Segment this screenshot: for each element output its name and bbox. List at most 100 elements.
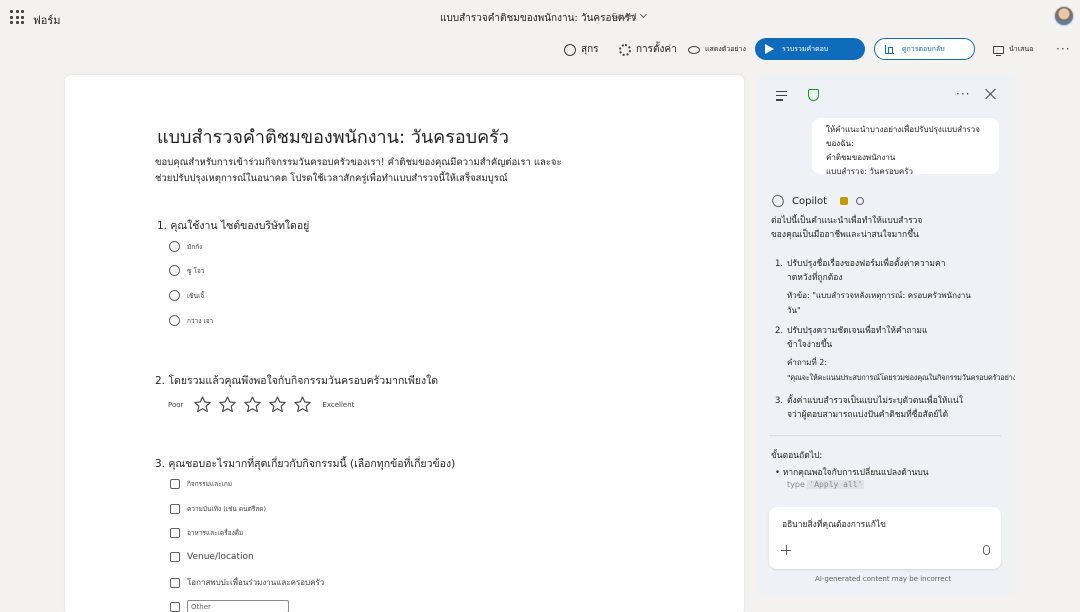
form-description[interactable]: ขอบคุณสำหรับการเข้าร่วมกิจกรรมวันครอบครั… bbox=[155, 155, 575, 187]
eye-icon bbox=[688, 45, 700, 54]
app-name[interactable]: ฟอร์ม bbox=[33, 11, 61, 29]
copilot-header: Copilot bbox=[770, 193, 865, 209]
q3-option-1-label: กิจกรรมและเกม bbox=[187, 480, 233, 488]
q3-option-5[interactable]: โอกาสพบปะเพื่อนร่วมงานและครอบครัว bbox=[170, 576, 324, 589]
gear-icon bbox=[619, 43, 631, 56]
star-rating[interactable]: Poor Excellent bbox=[168, 395, 354, 414]
q1-option-1-label: มักกัง bbox=[187, 242, 203, 251]
suggestion-line: ปรับปรุงความชัดเจนเพื่อทำให้คำถามแ bbox=[787, 326, 928, 336]
q1-option-3[interactable]: เซินเจิ้ bbox=[169, 290, 204, 301]
star-icon[interactable] bbox=[243, 395, 262, 414]
collect-responses-button[interactable]: รวบรวมคำตอบ bbox=[755, 38, 865, 60]
suggestion-line: ข้าใจง่ายขึ้น bbox=[787, 340, 833, 350]
q3-option-3[interactable]: อาหารและเครื่องดื่ม bbox=[170, 528, 243, 538]
star-icon[interactable] bbox=[293, 395, 312, 414]
preview-label: แสดงตัวอย่าง bbox=[705, 45, 746, 53]
q3-option-other[interactable]: Other bbox=[170, 600, 289, 612]
form-title[interactable]: แบบสำรวจคำติชมของพนักงาน: วันครอบครัว bbox=[157, 122, 509, 151]
copilot-intro-line: ของคุณเป็นมืออาชีพและน่าสนใจมากขึ้น bbox=[771, 230, 919, 240]
form-canvas: แบบสำรวจคำติชมของพนักงาน: วันครอบครัว ขอ… bbox=[65, 75, 744, 612]
radio-button[interactable] bbox=[169, 290, 180, 301]
q3-option-5-label: โอกาสพบปะเพื่อนร่วมงานและครอบครัว bbox=[187, 578, 325, 587]
q3-option-1[interactable]: กิจกรรมและเกม bbox=[170, 479, 232, 489]
star-icon[interactable] bbox=[218, 395, 237, 414]
suggestion-line: จว่าผู้ตอบสามารถแบ่งปันคำติชมที่ซื่อสัตย… bbox=[787, 410, 949, 420]
info-icon[interactable] bbox=[856, 197, 865, 205]
other-input[interactable]: Other bbox=[187, 600, 289, 612]
next-step-item: • หากคุณพอใจกับการเปลี่ยนแปลงด้านบน bbox=[775, 468, 929, 478]
user-message: ให้คำแนะนำบางอย่างเพื่อปรับปรุงแบบสำรวจข… bbox=[812, 118, 999, 176]
microphone-icon[interactable] bbox=[983, 545, 990, 555]
checkbox[interactable] bbox=[170, 552, 180, 562]
copilot-intro-line: ต่อไปนี้เป็นคำแนะนำเพื่อทำให้แบบสำรวจ bbox=[771, 216, 923, 226]
palette-icon bbox=[564, 43, 576, 56]
checkbox[interactable] bbox=[170, 528, 180, 538]
settings-label: การตั้งค่า bbox=[636, 44, 677, 55]
q1-option-2-label: ซู โจว bbox=[187, 266, 205, 275]
q3-option-4-label: Venue/location bbox=[187, 552, 254, 562]
suggestion-line: าดหวังที่ถูกต้อง bbox=[787, 273, 843, 283]
app-launcher-icon[interactable] bbox=[10, 10, 24, 24]
suggestion-detail: วัน" bbox=[787, 306, 801, 315]
rating-high-label: Excellent bbox=[322, 400, 355, 409]
radio-button[interactable] bbox=[169, 241, 180, 252]
user-message-line: แบบสำรวจ: วันครอบครัว bbox=[826, 167, 914, 176]
avatar[interactable] bbox=[1054, 6, 1074, 26]
settings-button[interactable]: การตั้งค่า bbox=[619, 42, 677, 57]
checkbox[interactable] bbox=[170, 577, 180, 588]
ai-disclaimer: AI-generated content may be incorrect bbox=[815, 575, 952, 583]
top-bar: ฟอร์ม แบบสำรวจคำติชมของพนักงาน: วันครอบค… bbox=[0, 0, 1080, 36]
style-label: สุกร bbox=[581, 44, 599, 55]
radio-button[interactable] bbox=[169, 265, 180, 276]
next-step-continued: type 'Apply all' bbox=[787, 480, 865, 489]
compose-input[interactable]: อธิบายสิ่งที่คุณต้องการแก้ไข bbox=[782, 517, 886, 531]
star-icon[interactable] bbox=[193, 395, 212, 414]
monitor-icon bbox=[993, 45, 1004, 56]
more-options-icon[interactable]: ··· bbox=[956, 87, 970, 101]
radio-button[interactable] bbox=[169, 315, 180, 326]
suggestion-line: ตั้งค่าแบบสำรวจเป็นแบบไม่ระบุตัวตนเพื่อใ… bbox=[787, 396, 963, 406]
checkbox[interactable] bbox=[170, 601, 180, 612]
q3-option-2[interactable]: ความบันเทิง (เช่น ดนตรีสด) bbox=[170, 504, 266, 514]
checkbox[interactable] bbox=[170, 504, 180, 514]
question-1-title[interactable]: 1. คุณใช้งาน ไซต์ของบริษัทใดอยู่ bbox=[157, 217, 309, 234]
badge-icon bbox=[840, 197, 849, 205]
copilot-panel: ··· ให้คำแนะนำบางอย่างเพื่อปรับปรุงแบบสำ… bbox=[757, 75, 1015, 595]
q1-option-1[interactable]: มักกัง bbox=[169, 241, 202, 252]
view-responses-button[interactable]: ดูการตอบกลับ bbox=[874, 38, 975, 60]
question-2-title[interactable]: 2. โดยรวมแล้วคุณพึงพอใจกับกิจกรรมวันครอบ… bbox=[155, 372, 438, 389]
checkbox[interactable] bbox=[170, 479, 180, 489]
responses-label: ดูการตอบกลับ bbox=[902, 44, 945, 53]
suggestion-detail: "คุณจะให้คะแนนประสบการณ์โดยรวมของคุณในกิ… bbox=[787, 373, 1015, 382]
plus-icon[interactable] bbox=[781, 545, 791, 555]
present-button[interactable]: นำเสนอ bbox=[993, 44, 1033, 56]
q3-option-4[interactable]: Venue/location bbox=[170, 552, 254, 562]
shield-icon[interactable] bbox=[808, 89, 819, 101]
q1-option-4[interactable]: กวาง เจา bbox=[169, 315, 213, 326]
q1-option-2[interactable]: ซู โจว bbox=[169, 265, 204, 276]
star-icon[interactable] bbox=[268, 395, 287, 414]
save-status[interactable]: Saved bbox=[612, 10, 647, 21]
suggestion-number: 3. bbox=[775, 396, 784, 406]
suggestion-number: 2. bbox=[775, 326, 784, 336]
preview-button[interactable]: แสดงตัวอย่าง bbox=[688, 44, 746, 55]
next-steps-heading: ขั้นตอนถัดไป: bbox=[771, 451, 823, 461]
suggestion-detail: หัวข้อ: "แบบสำรวจหลังเหตุการณ์: ครอบครัว… bbox=[787, 291, 971, 300]
next-step-text: หากคุณพอใจกับการเปลี่ยนแปลงด้านบน bbox=[782, 468, 929, 478]
q1-option-3-label: เซินเจิ้ bbox=[187, 291, 205, 300]
close-icon[interactable] bbox=[985, 88, 997, 100]
document-title[interactable]: แบบสำรวจคำติชมของพนักงาน: วันครอบครัว bbox=[440, 11, 636, 26]
divider bbox=[769, 435, 1001, 436]
menu-icon[interactable] bbox=[776, 91, 787, 104]
copilot-logo-icon bbox=[770, 193, 786, 209]
suggestion-number: 1. bbox=[775, 259, 784, 269]
style-button[interactable]: สุกร bbox=[564, 42, 599, 57]
chevron-down-icon bbox=[639, 10, 647, 19]
user-message-line: ให้คำแนะนำบางอย่างเพื่อปรับปรุงแบบสำรวจข… bbox=[826, 125, 980, 148]
suggestion-line: ปรับปรุงชื่อเรื่องของฟอร์มเพื่อตั้งค่าคว… bbox=[787, 259, 946, 269]
send-icon bbox=[765, 44, 774, 54]
compose-box[interactable]: อธิบายสิ่งที่คุณต้องการแก้ไข bbox=[769, 507, 1001, 569]
question-3-title[interactable]: 3. คุณชอบอะไรมากที่สุดเกี่ยวกับกิจกรรมนี… bbox=[155, 455, 455, 472]
q3-option-2-label: ความบันเทิง (เช่น ดนตรีสด) bbox=[187, 505, 267, 513]
more-options-icon[interactable]: ··· bbox=[1056, 42, 1070, 56]
